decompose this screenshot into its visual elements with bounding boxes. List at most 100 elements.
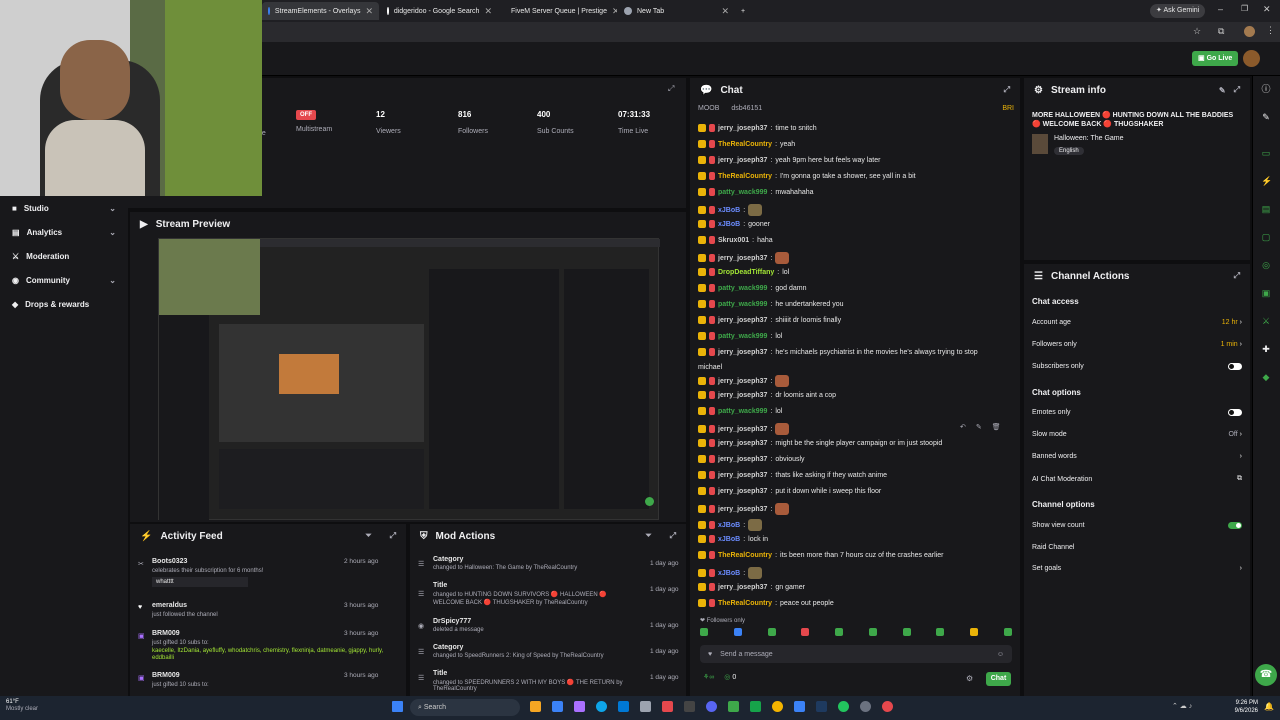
taskbar-app-icon[interactable] xyxy=(882,701,893,712)
profile-avatar[interactable] xyxy=(1244,26,1255,37)
chat-username[interactable]: jerry_joseph37 xyxy=(718,378,767,385)
emoji-icon[interactable]: ☺ xyxy=(997,651,1004,658)
info-icon[interactable]: ⓘ xyxy=(1261,84,1271,94)
filter-icon[interactable]: ⏷ xyxy=(365,531,371,541)
edit-icon[interactable]: ✎ xyxy=(1219,86,1226,95)
chat-username[interactable]: jerry_joseph37 xyxy=(718,440,767,447)
chat-username[interactable]: xJBoB xyxy=(718,522,740,529)
followers-only-row[interactable]: Followers only 1 min › xyxy=(1032,341,1242,348)
popout-icon[interactable]: ⤢ xyxy=(668,84,674,94)
points-icon[interactable]: ◎ 0 xyxy=(724,673,736,681)
chat-username[interactable]: patty_wack999 xyxy=(718,189,767,196)
popout-icon[interactable]: ⤢ xyxy=(390,531,396,541)
taskbar-app-icon[interactable] xyxy=(662,701,673,712)
tab-google[interactable]: didgeridoo - Google Search ✕ xyxy=(381,2,498,20)
emote-icon[interactable] xyxy=(970,628,979,636)
chat-username[interactable]: jerry_joseph37 xyxy=(718,125,767,132)
chat-username[interactable]: jerry_joseph37 xyxy=(718,392,767,399)
taskbar-clock[interactable]: 9:26 PM 9/6/2026 xyxy=(1220,699,1258,715)
popout-icon[interactable]: ⤢ xyxy=(1234,85,1240,95)
infinity-icon[interactable]: ⚘∞ xyxy=(703,673,714,681)
sidebar-item-drops[interactable]: ◆ Drops & rewards xyxy=(0,292,128,316)
weather-widget[interactable]: 61°F Mostly clear xyxy=(6,699,38,713)
extensions-icon[interactable]: ⧉ xyxy=(1218,26,1224,37)
chat-emote[interactable] xyxy=(775,375,790,387)
ai-moderation-row[interactable]: AI Chat Moderation ⧉ xyxy=(1032,475,1242,483)
obs-icon[interactable] xyxy=(860,701,871,712)
chat-username[interactable]: jerry_joseph37 xyxy=(718,472,767,479)
list-icon[interactable]: ▤ xyxy=(1261,204,1271,214)
taskbar-app-icon[interactable] xyxy=(684,701,695,712)
tab-fivem[interactable]: FiveM Server Queue | Prestige ✕ xyxy=(500,2,617,20)
chat-send-button[interactable]: Chat xyxy=(986,672,1011,686)
chat-username[interactable]: patty_wack999 xyxy=(718,333,767,340)
game-name[interactable]: Halloween: The Game xyxy=(1054,135,1124,142)
network-icon[interactable]: ⌃ ☁ ♪ xyxy=(1172,702,1192,710)
sidebar-item-analytics[interactable]: ▤ Analytics ⌄ xyxy=(0,220,128,244)
taskbar-app-icon[interactable] xyxy=(552,701,563,712)
emote-icon[interactable] xyxy=(902,628,911,636)
multistream-off-badge[interactable]: OFF xyxy=(296,110,316,120)
chat-username[interactable]: DropDeadTiffany xyxy=(718,269,774,276)
subscribers-only-toggle[interactable] xyxy=(1228,363,1242,370)
pin-icon[interactable]: ✎ xyxy=(976,423,982,431)
chat-username[interactable]: TheRealCountry xyxy=(718,173,772,180)
chat-username[interactable]: TheRealCountry xyxy=(718,141,772,148)
popout-icon[interactable]: ⤢ xyxy=(670,531,676,541)
chat-username[interactable]: patty_wack999 xyxy=(718,301,767,308)
discord-icon[interactable] xyxy=(706,701,717,712)
maximize-icon[interactable]: ❐ xyxy=(1241,4,1248,13)
chat-username[interactable]: xJBoB xyxy=(718,570,740,577)
filter-icon[interactable]: ⏷ xyxy=(645,531,651,541)
taskbar-app-icon[interactable] xyxy=(728,701,739,712)
emote-icon[interactable] xyxy=(700,628,708,636)
chrome-icon[interactable] xyxy=(772,701,783,712)
stream-preview-video[interactable] xyxy=(158,238,660,521)
taskbar-app-icon[interactable] xyxy=(794,701,805,712)
emote-icon[interactable] xyxy=(835,628,844,636)
popout-icon[interactable]: ⤢ xyxy=(1234,271,1240,281)
gift-icon[interactable]: ▣ xyxy=(1261,288,1271,298)
tab-streamelements[interactable]: StreamElements - Overlays ✕ xyxy=(262,2,379,20)
reply-icon[interactable]: ↶ xyxy=(960,423,966,431)
chat-username[interactable]: TheRealCountry xyxy=(718,600,772,607)
close-icon[interactable]: ✕ xyxy=(612,6,617,17)
settings-gear-icon[interactable]: ⚙ xyxy=(966,674,973,683)
bookmark-star-icon[interactable]: ☆ xyxy=(1193,26,1201,37)
new-tab-button[interactable]: + xyxy=(735,2,749,20)
taskbar-app-icon[interactable] xyxy=(618,701,629,712)
emote-icon[interactable] xyxy=(936,628,945,636)
sidebar-item-moderation[interactable]: ⚔ Moderation xyxy=(0,244,128,268)
close-icon[interactable]: ✕ xyxy=(484,6,492,17)
chat-username[interactable]: jerry_joseph37 xyxy=(718,255,767,262)
sidebar-item-community[interactable]: ◉ Community ⌄ xyxy=(0,268,128,292)
taskbar-search[interactable]: ⌕ Search xyxy=(410,699,520,716)
close-icon[interactable]: ✕ xyxy=(365,6,373,17)
emote-icon[interactable] xyxy=(1003,628,1012,636)
puzzle-icon[interactable]: ✚ xyxy=(1261,344,1271,354)
chat-username[interactable]: jerry_joseph37 xyxy=(718,426,767,433)
edit-icon[interactable]: ✎ xyxy=(1261,112,1271,122)
chat-username[interactable]: xJBoB xyxy=(718,536,740,543)
minimize-icon[interactable]: – xyxy=(1218,4,1223,14)
ask-gemini-button[interactable]: ✦ Ask Gemini xyxy=(1150,4,1206,18)
user-avatar[interactable] xyxy=(1243,50,1260,67)
chat-icon[interactable]: ▢ xyxy=(1261,232,1271,242)
notification-bell-icon[interactable]: 🔔 xyxy=(1264,702,1274,711)
target-icon[interactable]: ◎ xyxy=(1261,260,1271,270)
chat-username[interactable]: jerry_joseph37 xyxy=(718,506,767,513)
chat-emote[interactable] xyxy=(775,252,790,264)
menu-dots-icon[interactable]: ⋮ xyxy=(1266,25,1275,36)
bolt-icon[interactable]: ⚡ xyxy=(1261,176,1272,186)
emote-icon[interactable] xyxy=(733,628,742,636)
chat-username[interactable]: jerry_joseph37 xyxy=(718,349,767,356)
chat-top-user[interactable]: MOOB xyxy=(698,105,719,112)
chat-username[interactable]: patty_wack999 xyxy=(718,285,767,292)
slow-mode-row[interactable]: Slow mode Off › xyxy=(1032,431,1242,438)
chat-emote[interactable] xyxy=(775,503,790,515)
chat-username[interactable]: TheRealCountry xyxy=(718,552,772,559)
windows-start-icon[interactable] xyxy=(392,701,403,712)
set-goals-row[interactable]: Set goals › xyxy=(1032,565,1242,572)
chat-emote[interactable] xyxy=(775,423,790,435)
spotify-icon[interactable] xyxy=(838,701,849,712)
